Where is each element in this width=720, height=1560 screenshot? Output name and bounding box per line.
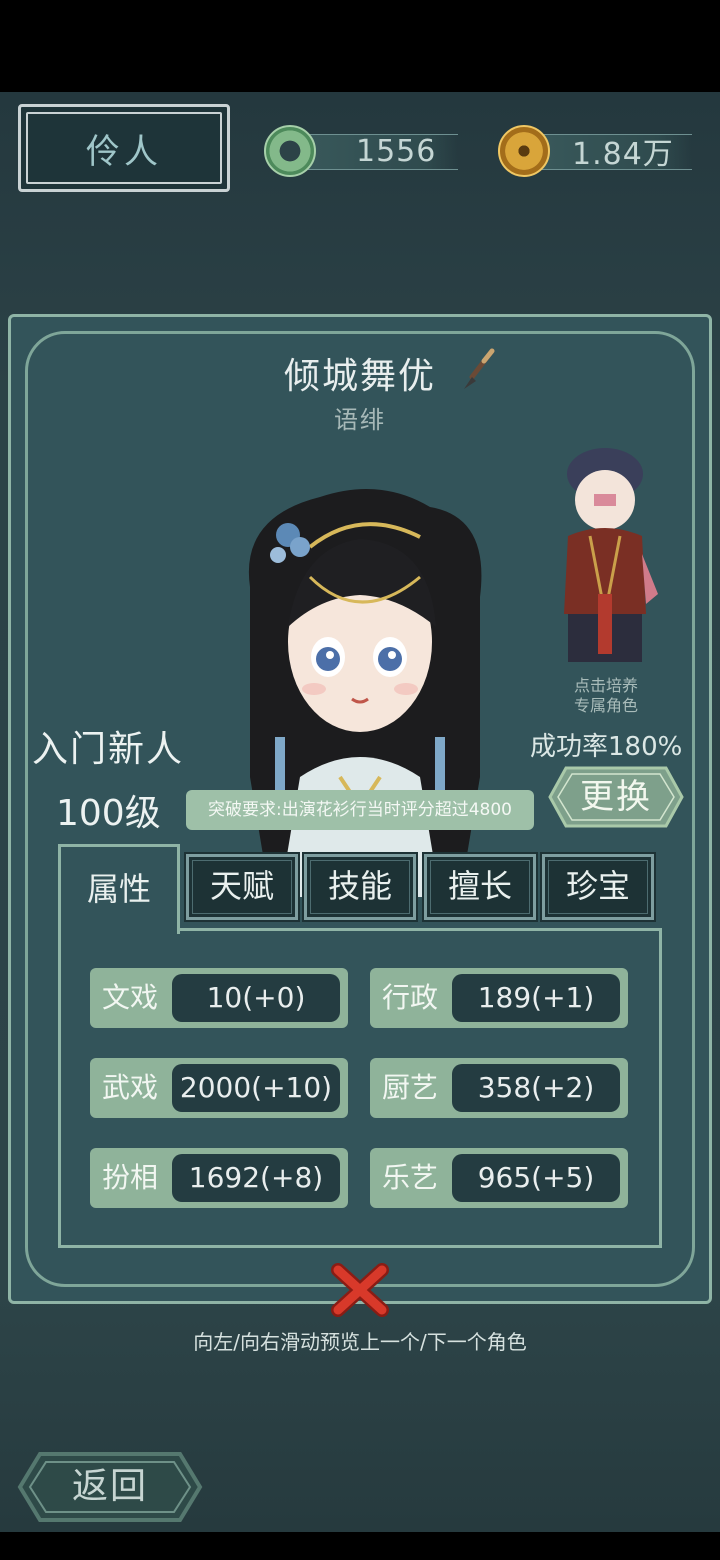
level-label: 100级: [56, 793, 161, 834]
back-button[interactable]: 返回: [14, 1448, 206, 1526]
rank-label: 入门新人: [32, 729, 185, 770]
stat-label: 行政: [382, 981, 439, 1014]
jade-currency[interactable]: 1556: [264, 124, 458, 178]
change-button-label: 更换: [580, 777, 652, 817]
stat-label: 乐艺: [382, 1161, 439, 1194]
cultivate-hint[interactable]: 点击培养 专属角色: [556, 676, 656, 716]
tab-skills[interactable]: 技能: [302, 852, 418, 922]
swipe-hint: 向左/向右滑动预览上一个/下一个角色: [193, 1330, 527, 1354]
cultivate-line1: 点击培养: [573, 676, 638, 695]
stat-value: 1692(+8): [172, 1154, 340, 1202]
stat-xingzheng: 行政 189(+1): [370, 968, 628, 1028]
breakthrough-requirement: 突破要求:出演花衫行当时评分超过4800: [186, 790, 534, 830]
brush-icon[interactable]: [458, 347, 498, 393]
stat-wuxi: 武戏 2000(+10): [90, 1058, 348, 1118]
character-name: 语绯: [334, 406, 386, 434]
stat-value: 965(+5): [452, 1154, 620, 1202]
tab-attributes[interactable]: 属性: [58, 844, 180, 934]
jade-value: 1556: [356, 133, 437, 169]
tab-talent[interactable]: 天赋: [184, 852, 300, 922]
cultivate-line2: 专属角色: [573, 696, 638, 715]
system-bottom-bar: [0, 1532, 720, 1560]
coin-currency[interactable]: 1.84万: [498, 124, 692, 178]
stat-chuyi: 厨艺 358(+2): [370, 1058, 628, 1118]
stat-value: 189(+1): [452, 974, 620, 1022]
stat-value: 2000(+10): [172, 1064, 340, 1112]
stat-label: 文戏: [102, 981, 159, 1014]
change-button[interactable]: 更换: [546, 764, 686, 830]
close-icon[interactable]: [330, 1262, 390, 1318]
stat-value: 10(+0): [172, 974, 340, 1022]
tab-treasure[interactable]: 珍宝: [540, 852, 656, 922]
character-portrait[interactable]: [230, 477, 490, 897]
stat-label: 厨艺: [382, 1071, 439, 1104]
coin-value: 1.84万: [572, 137, 674, 172]
page-title-box: 伶人: [18, 104, 230, 192]
companion-character[interactable]: [550, 444, 660, 674]
game-screen: 伶人 1556 1.84万 倾城舞优 语绯 点击培养 专属角色 入门新人 成功率…: [0, 92, 720, 1532]
jade-icon: [264, 125, 316, 177]
stat-wenxi: 文戏 10(+0): [90, 968, 348, 1028]
character-title: 倾城舞优: [283, 356, 436, 397]
coin-icon: [498, 125, 550, 177]
success-rate: 成功率180%: [530, 732, 683, 762]
stat-label: 武戏: [102, 1071, 159, 1104]
back-button-label: 返回: [71, 1466, 148, 1507]
stat-label: 扮相: [102, 1161, 159, 1194]
tab-specialty[interactable]: 擅长: [422, 852, 538, 922]
page-title: 伶人: [86, 131, 162, 172]
stat-yueyi: 乐艺 965(+5): [370, 1148, 628, 1208]
stat-value: 358(+2): [452, 1064, 620, 1112]
stat-banxiang: 扮相 1692(+8): [90, 1148, 348, 1208]
